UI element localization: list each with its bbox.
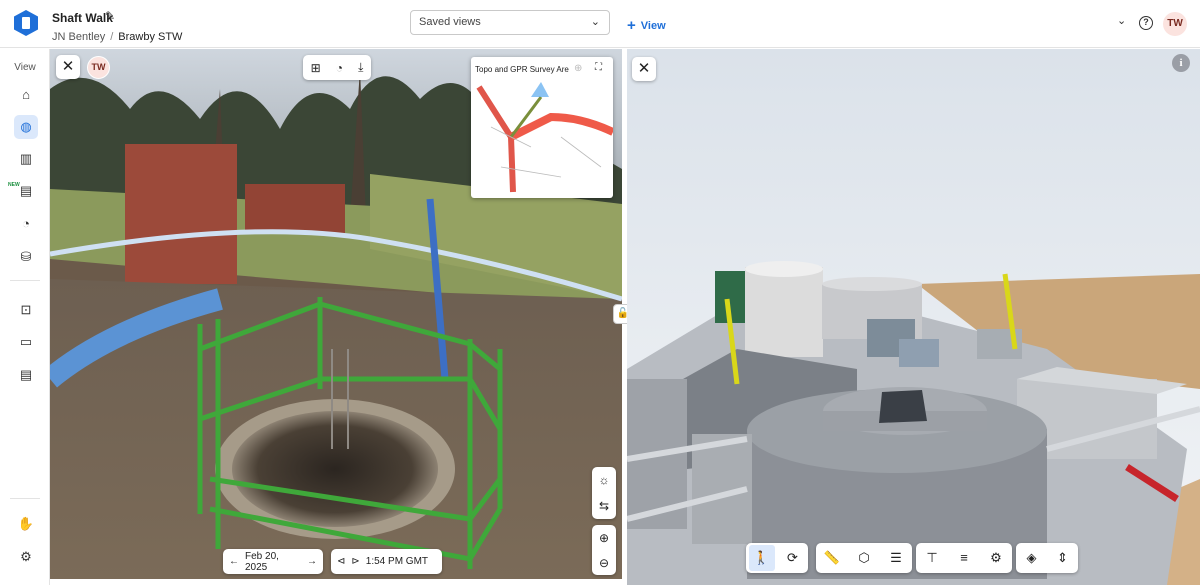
navigation-toolbar: 🚶 ⟳ [746,543,808,573]
orbit-icon[interactable]: ⟳ [780,545,806,571]
saved-views-dropdown[interactable]: Saved views ⌄ [410,10,610,35]
hierarchy-icon[interactable]: ⊤ [919,545,945,571]
time-navigator: ⊲ ⊳ 1:54 PM GMT [331,549,442,574]
globe-icon[interactable]: ◍ [14,115,38,139]
breadcrumb-site[interactable]: Brawby STW [118,31,182,43]
user-avatar[interactable]: TW [1163,12,1187,36]
pencil-icon[interactable]: ✎ [105,9,115,23]
zoom-controls: ⊕ ⊖ [592,525,616,575]
zoom-in-icon[interactable]: ⊕ [599,531,609,545]
breadcrumb: JN Bentley / Brawby STW [52,31,182,43]
rail-label: View [14,62,36,73]
breadcrumb-org[interactable]: JN Bentley [52,31,105,43]
image-adjust-tools: ☼ ⇆ [592,467,616,519]
rail-divider [10,498,40,499]
prev-time-icon[interactable]: ⊲ [337,556,345,567]
add-view-label: View [640,20,666,32]
saved-views-placeholder: Saved views [419,16,481,28]
report-icon[interactable]: ▤ [14,179,38,203]
app-logo[interactable] [14,10,38,36]
bim-icon[interactable]: ⛁ [14,245,38,269]
next-time-icon[interactable]: ⊳ [351,556,359,567]
measure-icon[interactable]: 📏 [819,545,845,571]
user-avatar-chip[interactable]: TW [87,56,110,79]
brightness-icon[interactable]: ☼ [599,473,610,487]
model-toolbar: ⊤ ≡ ⚙ [916,543,1012,573]
time-label[interactable]: 1:54 PM GMT [366,556,428,567]
capture-icon[interactable]: ⊡ [14,298,38,322]
survey-minimap[interactable]: Topo and GPR Survey Area ⊕ ⛶ [471,57,613,198]
download-icon[interactable]: ⤓ [358,60,363,75]
folder-icon[interactable]: ▭ [14,330,38,354]
support-icon[interactable]: ✋ [14,512,38,536]
info-icon[interactable]: i [1172,54,1190,72]
survey-map-drawing [476,82,613,193]
project-title: Shaft Walk [52,11,113,25]
view-toolbar: ◈ ⇕ [1016,543,1078,573]
person-icon[interactable]: 🚶 [748,545,775,571]
arrow-right-icon[interactable]: → [307,556,317,567]
home-icon[interactable]: ⌂ [14,83,38,107]
bim-model-render [627,49,1200,585]
document-icon[interactable]: ▤ [14,363,38,387]
rail-divider [10,280,40,281]
capture-tools: ⊞ ◔ ⤓ [303,55,371,80]
panorama-viewer[interactable]: ✕ TW ⊞ ◔ ⤓ Topo and GPR Survey Area ⊕ ⛶ … [50,49,622,579]
measure-toolbar: 📏 ⬡ ☰ [816,543,912,573]
left-rail: View ⌂ ◍ ▥ NEW ▤ ◔ ⛁ ⊡ ▭ ▤ ✋ ⚙ [0,49,50,585]
arrow-left-icon[interactable]: ← [229,556,239,567]
add-photo-icon[interactable]: ◔ [336,61,343,75]
layers-icon[interactable]: ☰ [883,545,909,571]
date-label[interactable]: Feb 20, 2025 [245,551,301,573]
chevron-down-icon: ⌄ [590,16,600,28]
gear-icon[interactable]: ⚙ [983,545,1009,571]
zoom-out-icon[interactable]: ⊖ [599,556,609,570]
model-viewer[interactable]: ✕ i 🚶 ⟳ 📏 ⬡ ☰ ⊤ ≡ ⚙ ◈ ⇕ [627,49,1200,585]
vertical-arrows-icon[interactable]: ⇕ [1050,545,1076,571]
top-header: Shaft Walk ✎ JN Bentley / Brawby STW Saved… [0,0,1200,48]
stack-icon[interactable]: ≡ [951,545,977,571]
plus-icon: + [627,17,636,34]
map-icon[interactable]: ▥ [14,147,38,171]
add-note-icon[interactable]: ⊞ [311,61,321,75]
settings-icon[interactable]: ⚙ [14,545,38,569]
help-icon[interactable]: ? [1139,16,1153,30]
breadcrumb-separator: / [110,31,114,43]
layers-alt-icon[interactable]: ◈ [1019,545,1045,571]
close-panorama-button[interactable]: ✕ [56,55,80,79]
adjust-icon[interactable]: ⇆ [599,499,609,513]
date-navigator: ← Feb 20, 2025 → [223,549,323,574]
close-model-button[interactable]: ✕ [632,57,656,81]
add-view-button[interactable]: + View [627,16,666,34]
section-box-icon[interactable]: ⬡ [851,545,877,571]
chevron-down-icon[interactable]: ⌄ [1117,14,1126,27]
timeline-icon[interactable]: ◔ [14,212,38,236]
